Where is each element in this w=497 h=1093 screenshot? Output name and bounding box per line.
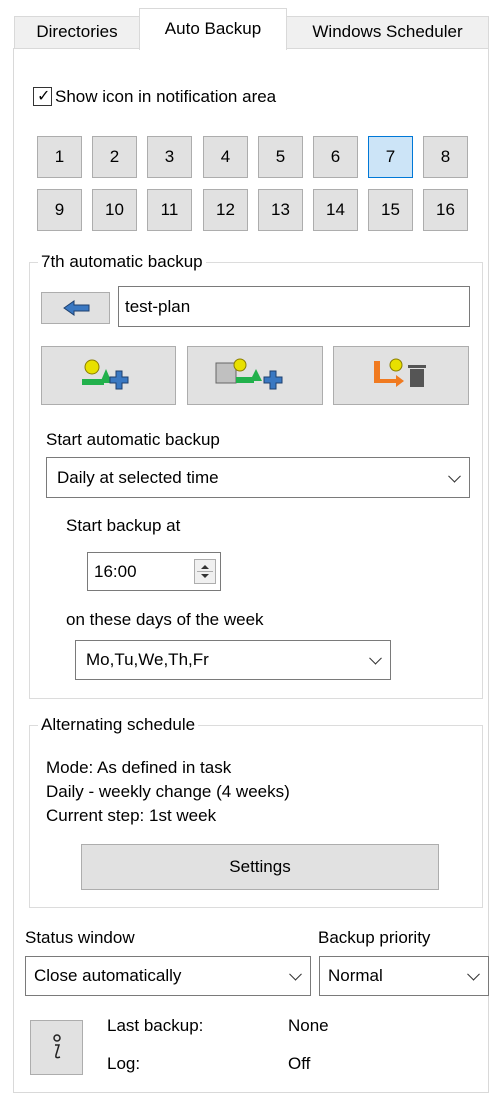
info-button[interactable] [30,1020,83,1075]
backup-slot-button[interactable]: 4 [203,136,248,178]
spinner-arrows-icon [197,565,213,578]
chevron-down-icon [369,651,382,665]
delete-backup-icon [374,358,426,387]
log-value: Off [288,1054,311,1073]
alternating-daily-text: Daily - weekly change (4 weeks) [46,782,290,801]
chevron-down-icon [467,967,480,981]
add-backup-button[interactable] [41,346,176,405]
alternating-schedule-title: Alternating schedule [38,715,199,735]
backup-slot-button[interactable]: 3 [147,136,192,178]
tab-strip: Directories Auto Backup Windows Schedule… [0,0,497,50]
backup-slot-button[interactable]: 5 [258,136,303,178]
time-spinner[interactable] [194,559,216,584]
start-automatic-backup-label: Start automatic backup [46,430,220,449]
chevron-down-icon [289,967,302,981]
alternating-mode-text: Mode: As defined in task [46,758,232,777]
backup-group-title: 7th automatic backup [38,252,206,272]
days-of-week-label: on these days of the week [66,610,264,629]
backup-slot-button[interactable]: 2 [92,136,137,178]
notification-checkbox-label: Show icon in notification area [55,87,277,106]
backup-priority-label: Backup priority [318,928,431,947]
notification-checkbox[interactable]: ✓ [33,87,52,106]
backup-slot-button[interactable]: 11 [147,189,192,231]
status-window-label: Status window [25,928,135,947]
alternating-step-text: Current step: 1st week [46,806,217,825]
start-backup-at-label: Start backup at [66,516,181,535]
start-time-field[interactable]: 16:00 [87,552,221,591]
backup-slot-button[interactable]: 14 [313,189,358,231]
info-icon [53,1034,61,1059]
add-drive-backup-icon [215,358,283,390]
checkmark-icon: ✓ [37,88,51,105]
log-label: Log: [107,1054,141,1073]
status-window-select[interactable]: Close automatically [25,956,311,996]
backup-slot-button[interactable]: 10 [92,189,137,231]
arrow-left-icon [63,300,90,316]
backup-slot-button[interactable]: 16 [423,189,468,231]
delete-backup-button[interactable] [333,346,469,405]
last-backup-value: None [288,1016,329,1035]
backup-slot-button[interactable]: 6 [313,136,358,178]
tab-auto-backup[interactable]: Auto Backup [139,8,287,50]
backup-slot-button[interactable]: 7 [368,136,413,178]
backup-slot-button[interactable]: 12 [203,189,248,231]
back-arrow-button[interactable] [41,292,110,324]
backup-slot-button[interactable]: 15 [368,189,413,231]
backup-name-input[interactable]: test-plan [118,286,470,327]
add-drive-backup-button[interactable] [187,346,323,405]
tab-directories[interactable]: Directories [14,16,140,48]
backup-slot-button[interactable]: 1 [37,136,82,178]
backup-priority-select[interactable]: Normal [319,956,489,996]
settings-button[interactable]: Settings [81,844,439,890]
backup-number-grid: 1 2 3 4 5 6 7 8 9 10 11 12 13 14 15 16 [37,136,474,236]
add-backup-icon [82,359,129,390]
tab-windows-scheduler[interactable]: Windows Scheduler [286,16,489,48]
notification-checkbox-row[interactable]: ✓ Show icon in notification area [33,86,373,108]
backup-slot-button[interactable]: 9 [37,189,82,231]
chevron-down-icon [448,469,461,483]
start-backup-select[interactable]: Daily at selected time [46,457,470,498]
backup-slot-button[interactable]: 8 [423,136,468,178]
days-of-week-select[interactable]: Mo,Tu,We,Th,Fr [75,640,391,680]
backup-slot-button[interactable]: 13 [258,189,303,231]
last-backup-label: Last backup: [107,1016,204,1035]
